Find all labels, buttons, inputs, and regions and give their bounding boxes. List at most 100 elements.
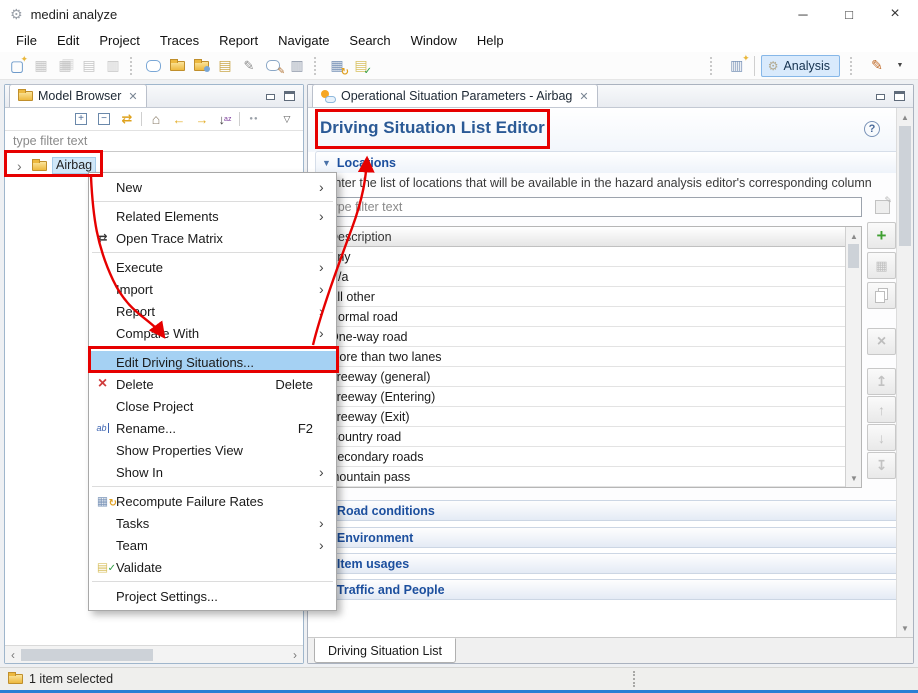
menu-item-show-properties-view[interactable]: Show Properties View [89, 439, 336, 461]
section-collapse-icon[interactable]: ▼ [322, 158, 331, 168]
locations-filter-input[interactable]: type filter text [322, 197, 862, 217]
locations-section-header[interactable]: ▼ Locations [316, 152, 900, 173]
scrollbar-thumb[interactable] [848, 244, 859, 268]
tab-model-browser[interactable]: Model Browser ✕ [9, 84, 147, 107]
button-copy-icon[interactable] [867, 282, 896, 309]
scroll-up-icon[interactable]: ▲ [897, 109, 913, 125]
view-minimize-icon[interactable] [265, 91, 276, 101]
menu-project[interactable]: Project [89, 30, 149, 51]
button-move-bottom-icon[interactable] [867, 452, 896, 479]
menu-navigate[interactable]: Navigate [268, 30, 339, 51]
scroll-down-icon[interactable]: ▼ [897, 620, 913, 636]
location-row-all-other[interactable]: All other [323, 287, 861, 307]
button-move-top-icon[interactable] [867, 368, 896, 395]
analysis-perspective-button[interactable]: ⚙ Analysis [761, 55, 840, 77]
scroll-down-icon[interactable]: ▼ [846, 470, 862, 486]
location-row-normal-road[interactable]: Normal road [323, 307, 861, 327]
maximize-button[interactable]: □ [826, 0, 872, 28]
export-report-icon[interactable] [102, 55, 124, 77]
section-traffic-and-people[interactable]: ▶Traffic and People [315, 579, 901, 600]
tab-close-icon[interactable]: ✕ [128, 90, 137, 103]
open-folder-icon[interactable] [166, 55, 188, 77]
new-wizard-icon[interactable] [6, 55, 28, 77]
editor-scrollbar[interactable]: ▲ ▼ [896, 108, 913, 637]
menu-item-import[interactable]: Import› [89, 278, 336, 300]
section-item-usages[interactable]: ▶Item usages [315, 553, 901, 574]
filters-icon[interactable] [245, 110, 263, 128]
location-row-one-way-road[interactable]: One-way road [323, 327, 861, 347]
open-perspective-icon[interactable] [726, 55, 748, 77]
toolbar-dropdown-icon[interactable] [894, 55, 906, 77]
menu-search[interactable]: Search [339, 30, 400, 51]
location-row-secondary-roads[interactable]: Secondary roads [323, 447, 861, 467]
menu-item-delete[interactable]: DeleteDelete [89, 373, 336, 395]
print-icon[interactable] [78, 55, 100, 77]
validate-icon[interactable] [350, 55, 372, 77]
recompute-failure-rates-icon[interactable] [326, 55, 348, 77]
sort-icon[interactable] [216, 110, 234, 128]
button-add-table-icon[interactable] [867, 252, 896, 279]
scroll-right-icon[interactable]: › [287, 646, 303, 663]
view-menu-icon[interactable] [278, 110, 296, 128]
link-with-editor-icon[interactable] [118, 110, 136, 128]
menu-item-report[interactable]: Report› [89, 300, 336, 322]
annotate-icon[interactable] [238, 55, 260, 77]
collapse-all-icon[interactable]: − [95, 110, 113, 128]
scroll-up-icon[interactable]: ▲ [846, 228, 862, 244]
menu-file[interactable]: File [6, 30, 47, 51]
table-scrollbar[interactable]: ▲ ▼ [845, 227, 861, 487]
minimize-button[interactable]: ─ [780, 0, 826, 28]
tree-expand-chevron-icon[interactable]: › [17, 158, 27, 174]
back-icon[interactable] [170, 110, 188, 128]
location-row-freeway-general[interactable]: Freeway (general) [323, 367, 861, 387]
tab-driving-situation-list[interactable]: Driving Situation List [314, 638, 456, 663]
menu-item-execute[interactable]: Execute› [89, 256, 336, 278]
menu-item-compare-with[interactable]: Compare With› [89, 322, 336, 344]
scrollbar-thumb[interactable] [21, 649, 153, 661]
menu-item-recompute-failure-rates[interactable]: Recompute Failure Rates [89, 490, 336, 512]
tab-close-icon[interactable]: ✕ [579, 90, 588, 103]
location-row-freeway-entering[interactable]: Freeway (Entering) [323, 387, 861, 407]
forward-icon[interactable] [193, 110, 211, 128]
view-maximize-icon[interactable] [894, 91, 905, 101]
view-maximize-icon[interactable] [284, 91, 295, 101]
menu-item-edit-driving-situations[interactable]: Edit Driving Situations... [89, 351, 336, 373]
filter-settings-icon[interactable] [875, 200, 890, 214]
folder-history-icon[interactable] [190, 55, 212, 77]
home-icon[interactable] [147, 110, 165, 128]
section-environment[interactable]: ▶Environment [315, 527, 901, 548]
close-button[interactable]: × [872, 0, 918, 28]
report-book-icon[interactable] [286, 55, 308, 77]
menu-report[interactable]: Report [209, 30, 268, 51]
location-row-n-a[interactable]: N/a [323, 267, 861, 287]
tab-operational-situation-parameters[interactable]: Operational Situation Parameters - Airba… [312, 84, 598, 107]
menu-help[interactable]: Help [467, 30, 514, 51]
menu-item-tasks[interactable]: Tasks› [89, 512, 336, 534]
menu-item-open-trace-matrix[interactable]: Open Trace Matrix [89, 227, 336, 249]
menu-item-close-project[interactable]: Close Project [89, 395, 336, 417]
menu-item-rename[interactable]: Rename...F2 [89, 417, 336, 439]
column-header-description[interactable]: Description [323, 227, 861, 247]
menu-item-show-in[interactable]: Show In› [89, 461, 336, 483]
menu-traces[interactable]: Traces [150, 30, 209, 51]
location-row-more-than-two-lanes[interactable]: more than two lanes [323, 347, 861, 367]
discussion-icon[interactable] [262, 55, 284, 77]
view-minimize-icon[interactable] [875, 91, 886, 101]
location-row-freeway-exit[interactable]: Freeway (Exit) [323, 407, 861, 427]
location-row-mountain-pass[interactable]: mountain pass [323, 467, 861, 487]
menu-edit[interactable]: Edit [47, 30, 89, 51]
menu-item-new[interactable]: New› [89, 176, 336, 198]
menu-item-validate[interactable]: Validate [89, 556, 336, 578]
menu-item-project-settings[interactable]: Project Settings... [89, 585, 336, 607]
menu-window[interactable]: Window [401, 30, 467, 51]
scrollbar-thumb[interactable] [899, 126, 911, 246]
help-icon[interactable]: ? [864, 121, 880, 137]
menu-item-team[interactable]: Team› [89, 534, 336, 556]
menu-item-related-elements[interactable]: Related Elements› [89, 205, 336, 227]
brush-icon[interactable] [866, 55, 888, 77]
button-move-up-icon[interactable] [867, 396, 896, 423]
note-icon[interactable] [214, 55, 236, 77]
button-add-icon[interactable] [867, 222, 896, 249]
section-road-conditions[interactable]: ▶Road conditions [315, 500, 901, 521]
button-move-down-icon[interactable] [867, 424, 896, 451]
